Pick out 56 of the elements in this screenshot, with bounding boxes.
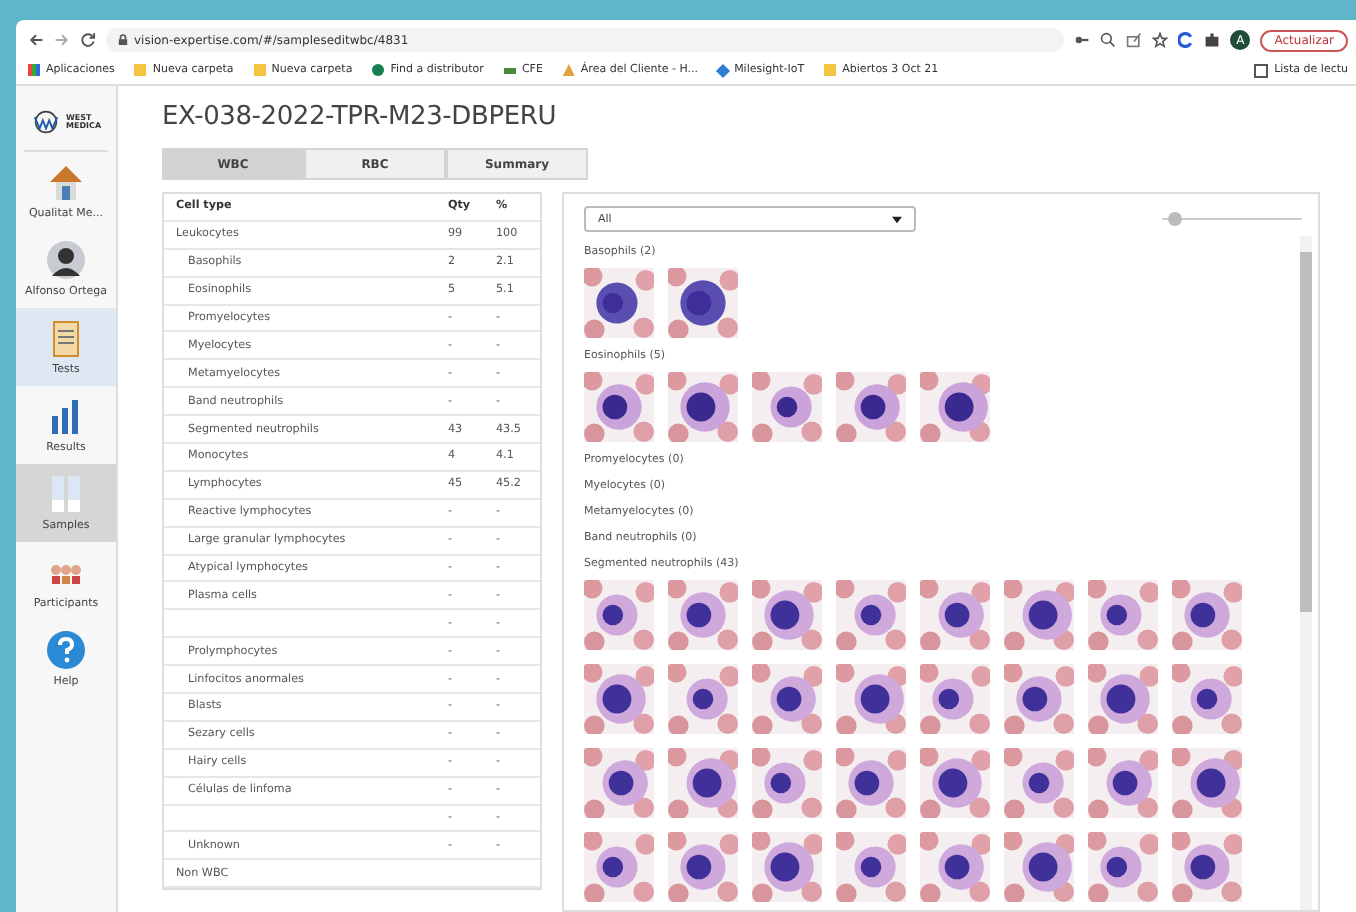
cell-image[interactable] (752, 580, 822, 650)
cell-image[interactable] (836, 372, 906, 442)
cell-image[interactable] (584, 748, 654, 818)
cell-image[interactable] (752, 832, 822, 902)
cell-image[interactable] (1088, 832, 1158, 902)
cell-image[interactable] (668, 748, 738, 818)
house-icon (46, 162, 86, 202)
slider-thumb[interactable] (1167, 212, 1182, 226)
caret-icon (892, 215, 902, 223)
logo-mark-icon (30, 110, 62, 134)
cell-image[interactable] (1004, 748, 1074, 818)
cell-image[interactable] (668, 580, 738, 650)
cell-image[interactable] (920, 664, 990, 734)
cell-image[interactable] (836, 748, 906, 818)
cell-image[interactable] (668, 832, 738, 902)
extension-c-icon[interactable] (1178, 32, 1195, 48)
cell-image[interactable] (752, 664, 822, 734)
back-icon[interactable] (28, 32, 44, 48)
cell-image[interactable] (836, 580, 906, 650)
cell-image[interactable] (584, 268, 654, 338)
reload-icon[interactable] (80, 32, 96, 48)
cell-image[interactable] (836, 664, 906, 734)
cell-image[interactable] (920, 748, 990, 818)
page-title: EX-038-2022-TPR-M23-DBPERU (162, 102, 559, 132)
zoom-icon[interactable] (1100, 32, 1117, 48)
cell-image[interactable] (584, 580, 654, 650)
cell-image[interactable] (752, 748, 822, 818)
cell-image[interactable] (1088, 748, 1158, 818)
cell-image[interactable] (1088, 664, 1158, 734)
cell-image[interactable] (1004, 832, 1074, 902)
cell-image[interactable] (1004, 664, 1074, 734)
cell-image[interactable] (920, 580, 990, 650)
lock-icon (118, 34, 128, 46)
cell-image[interactable] (920, 832, 990, 902)
cell-image[interactable] (836, 832, 906, 902)
avatar-icon (46, 240, 86, 280)
cell-image[interactable] (668, 664, 738, 734)
cell-image[interactable] (668, 268, 738, 338)
cell-image[interactable] (920, 372, 990, 442)
puzzle-icon[interactable] (1204, 32, 1221, 48)
cell-image[interactable] (752, 372, 822, 442)
cell-image[interactable] (1172, 748, 1242, 818)
cell-image[interactable] (1172, 832, 1242, 902)
cell-image[interactable] (668, 372, 738, 442)
cell-image[interactable] (1088, 580, 1158, 650)
cell-image[interactable] (584, 832, 654, 902)
cell-image[interactable] (584, 372, 654, 442)
cell-image[interactable] (584, 664, 654, 734)
help-icon (46, 630, 86, 670)
cell-image[interactable] (1172, 664, 1242, 734)
star-icon[interactable] (1152, 32, 1169, 48)
key-icon[interactable] (1074, 32, 1091, 48)
cell-image[interactable] (1172, 580, 1242, 650)
sample-tubes-icon (46, 474, 86, 514)
share-icon[interactable] (1126, 32, 1143, 48)
cell-image[interactable] (1004, 580, 1074, 650)
